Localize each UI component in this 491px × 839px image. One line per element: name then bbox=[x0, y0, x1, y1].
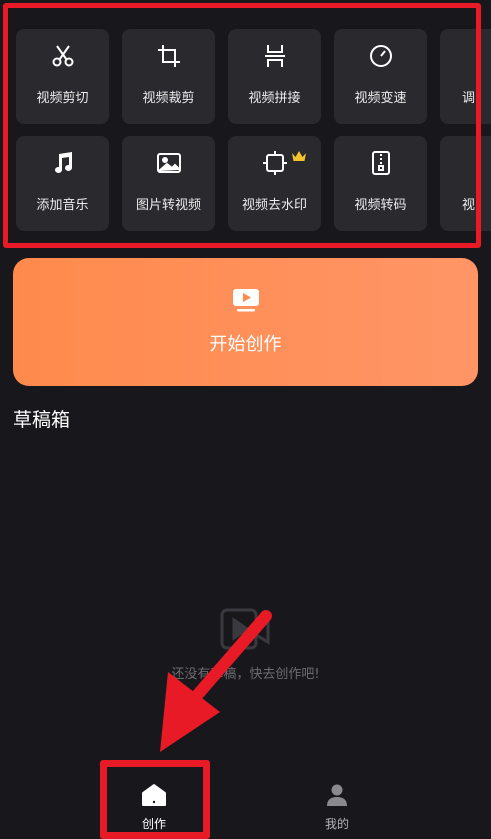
tool-video-transcode[interactable]: 视频转码 bbox=[334, 136, 427, 231]
tool-grid: 视频剪切 视频裁剪 视频拼接 视频变速 调 添加音乐 图片转视频 视频去水印 视… bbox=[0, 0, 491, 250]
tool-video-merge[interactable]: 视频拼接 bbox=[228, 29, 321, 124]
tool-label: 视频拼接 bbox=[248, 91, 301, 106]
tool-add-music[interactable]: 添加音乐 bbox=[16, 136, 109, 231]
tool-label: 视频转码 bbox=[354, 198, 407, 213]
empty-video-icon bbox=[219, 607, 271, 655]
tool-remove-watermark[interactable]: 视频去水印 bbox=[228, 136, 321, 231]
tool-image-to-video[interactable]: 图片转视频 bbox=[122, 136, 215, 231]
tool-label: 视频剪切 bbox=[36, 91, 89, 106]
highlight-box-create-tab bbox=[100, 760, 210, 839]
tool-video-crop[interactable]: 视频裁剪 bbox=[122, 29, 215, 124]
tool-video-more[interactable]: 视 bbox=[440, 136, 491, 231]
tool-label: 视频变速 bbox=[354, 91, 407, 106]
crown-icon bbox=[292, 151, 306, 161]
crop-icon bbox=[122, 43, 215, 69]
tool-label: 添加音乐 bbox=[36, 198, 89, 213]
speedometer-icon bbox=[334, 43, 427, 69]
watermark-remove-icon bbox=[228, 150, 321, 176]
tool-label: 视 bbox=[462, 198, 476, 213]
merge-icon bbox=[228, 43, 321, 69]
drafts-title: 草稿箱 bbox=[13, 409, 71, 431]
zip-file-icon bbox=[334, 150, 427, 176]
bottom-tab-bar: 创作 我的 bbox=[0, 765, 491, 839]
tool-label: 图片转视频 bbox=[135, 198, 201, 213]
music-note-icon bbox=[16, 150, 109, 176]
tool-label: 视频裁剪 bbox=[142, 91, 195, 106]
tool-adjust[interactable]: 调 bbox=[440, 29, 491, 124]
play-screen-icon bbox=[13, 288, 478, 312]
tool-video-speed[interactable]: 视频变速 bbox=[334, 29, 427, 124]
empty-drafts-text: 还没有草稿，快去创作吧! bbox=[171, 667, 320, 682]
scissors-icon bbox=[16, 43, 109, 69]
start-create-button[interactable]: 开始创作 bbox=[13, 258, 478, 386]
person-icon bbox=[287, 783, 387, 811]
tool-video-cut[interactable]: 视频剪切 bbox=[16, 29, 109, 124]
image-icon bbox=[122, 150, 215, 176]
tool-label: 视频去水印 bbox=[241, 198, 307, 213]
tool-label: 调 bbox=[462, 91, 476, 106]
tab-mine-label: 我的 bbox=[324, 817, 349, 831]
start-create-label: 开始创作 bbox=[209, 334, 282, 355]
tab-mine[interactable]: 我的 bbox=[287, 783, 387, 832]
